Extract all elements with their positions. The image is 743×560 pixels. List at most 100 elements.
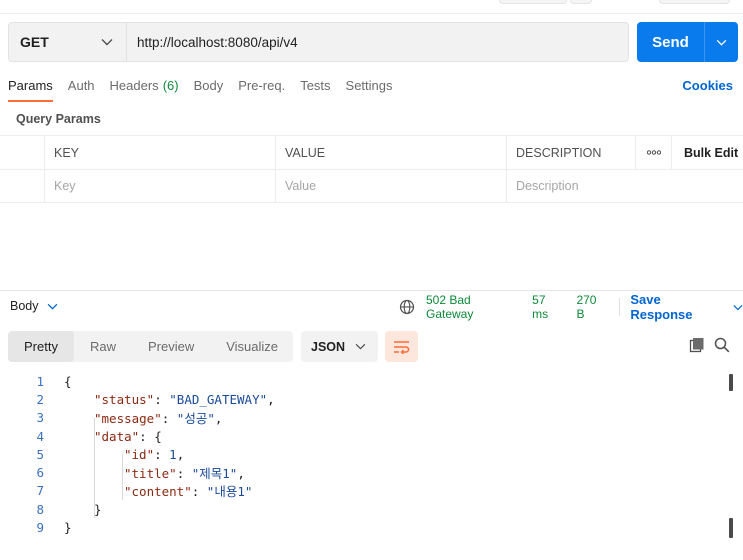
- line-number: 8: [36, 501, 44, 517]
- format-select[interactable]: JSON: [301, 331, 378, 362]
- cookies-link[interactable]: Cookies: [682, 78, 733, 93]
- request-tabs: Params Auth Headers (6) Body Pre-req. Tests Set…: [8, 78, 408, 102]
- code-line: 4 "data": {: [0, 427, 743, 445]
- line-number: 9: [36, 520, 44, 536]
- code-text: "content": "내용1": [124, 481, 252, 500]
- query-params-title: Query Params: [16, 112, 101, 126]
- copy-icon[interactable]: [689, 337, 705, 358]
- column-key: KEY: [45, 136, 276, 169]
- line-number: 5: [36, 446, 44, 462]
- row-checkbox[interactable]: [0, 170, 45, 202]
- json-punct: ,: [214, 411, 223, 427]
- panel-divider[interactable]: [0, 290, 743, 291]
- code-line: 9}: [0, 518, 743, 536]
- json-value: "제목1": [191, 466, 238, 482]
- json-punct: :: [176, 466, 192, 482]
- json-punct: : {: [139, 428, 162, 444]
- send-button[interactable]: Send: [637, 22, 738, 62]
- key-input[interactable]: Key: [45, 170, 276, 202]
- tab-label: Body: [193, 78, 224, 93]
- tab-label: Params: [8, 78, 53, 93]
- format-label: JSON: [311, 339, 346, 354]
- json-value: "성공": [176, 411, 215, 427]
- chevron-down-icon[interactable]: [705, 22, 738, 62]
- code-text: "id": 1,: [124, 447, 184, 462]
- tab-label: Auth: [67, 78, 95, 93]
- search-icon[interactable]: [714, 337, 730, 358]
- tab-label: Tests: [300, 78, 331, 93]
- description-input[interactable]: Description: [507, 170, 636, 202]
- checkbox-column: [0, 136, 45, 169]
- code-text: }: [94, 502, 102, 517]
- response-meta: 502 Bad Gateway 57 ms 270 B Save Respons…: [399, 292, 743, 322]
- json-key: "id": [124, 446, 155, 462]
- bulk-edit-link[interactable]: Bulk Edit: [672, 136, 743, 169]
- json-punct: }: [94, 501, 102, 517]
- chevron-down-icon: [355, 343, 366, 350]
- response-size[interactable]: 270 B: [576, 293, 607, 321]
- tab-params[interactable]: Params: [8, 78, 53, 102]
- code-text: "data": {: [94, 429, 162, 444]
- code-line: 8}: [0, 500, 743, 518]
- json-value: "BAD_GATEWAY": [169, 391, 268, 407]
- method-label: GET: [20, 34, 49, 50]
- more-options-icon[interactable]: [636, 136, 672, 169]
- json-punct: }: [64, 520, 72, 536]
- json-punct: :: [161, 411, 177, 427]
- method-select[interactable]: GET: [9, 23, 127, 61]
- json-value: 1: [169, 446, 177, 462]
- top-pill[interactable]: [570, 0, 592, 4]
- tab-preview[interactable]: Preview: [132, 331, 210, 362]
- response-body-select[interactable]: Body: [10, 299, 58, 313]
- tab-raw[interactable]: Raw: [74, 331, 132, 362]
- code-line: 1{: [0, 372, 743, 390]
- save-response-button[interactable]: Save Response: [630, 292, 743, 322]
- column-value: VALUE: [276, 136, 507, 169]
- tab-body[interactable]: Body: [194, 78, 224, 100]
- tab-tests[interactable]: Tests: [300, 78, 330, 100]
- url-input[interactable]: http://localhost:8080/api/v4: [127, 35, 298, 50]
- line-number: 4: [36, 428, 44, 444]
- json-key: "data": [94, 428, 140, 444]
- json-punct: :: [154, 391, 170, 407]
- chevron-down-icon: [733, 304, 743, 310]
- line-number: 7: [36, 483, 44, 499]
- tab-auth[interactable]: Auth: [68, 78, 95, 100]
- tab-label: Pre-req.: [238, 78, 286, 93]
- json-key: "content": [124, 484, 192, 500]
- globe-icon[interactable]: [399, 299, 415, 315]
- tab-pretty[interactable]: Pretty: [8, 331, 74, 362]
- tab-settings[interactable]: Settings: [346, 78, 393, 100]
- response-time[interactable]: 57 ms: [532, 293, 564, 321]
- chevron-down-icon: [100, 35, 114, 49]
- code-text: }: [64, 520, 72, 535]
- line-number: 2: [36, 391, 44, 407]
- tab-headers[interactable]: Headers (6): [110, 78, 179, 100]
- code-line: 2 "status": "BAD_GATEWAY",: [0, 390, 743, 408]
- chevron-down-icon: [47, 303, 57, 310]
- tab-visualize[interactable]: Visualize: [210, 331, 294, 362]
- tab-count-badge: (6): [162, 78, 179, 93]
- top-toggle[interactable]: [659, 0, 730, 4]
- json-punct: :: [191, 484, 207, 500]
- response-body-editor[interactable]: 1{2 "status": "BAD_GATEWAY", 3 "message": "…: [0, 372, 743, 538]
- json-key: "message": [94, 411, 162, 427]
- tab-pre-req[interactable]: Pre-req.: [238, 78, 285, 100]
- column-description: DESCRIPTION: [507, 136, 636, 169]
- json-value: "내용1": [206, 484, 253, 500]
- top-pill[interactable]: [499, 0, 567, 4]
- send-label: Send: [637, 22, 705, 62]
- request-bar: GET http://localhost:8080/api/v4: [8, 22, 629, 62]
- status-code[interactable]: 502 Bad Gateway: [426, 293, 520, 321]
- code-text: "status": "BAD_GATEWAY",: [94, 392, 275, 407]
- tab-label: Headers: [109, 78, 159, 93]
- code-text: {: [64, 374, 72, 389]
- wrap-lines-icon: [393, 340, 409, 354]
- wrap-lines-button[interactable]: [385, 331, 418, 362]
- table-header-row: KEY VALUE DESCRIPTION Bulk Edit: [0, 135, 743, 169]
- value-input[interactable]: Value: [276, 170, 507, 202]
- json-punct: ,: [176, 446, 185, 462]
- line-number: 3: [36, 410, 44, 426]
- code-text: "message": "성공",: [94, 408, 222, 427]
- code-text: "title": "제목1",: [124, 463, 245, 482]
